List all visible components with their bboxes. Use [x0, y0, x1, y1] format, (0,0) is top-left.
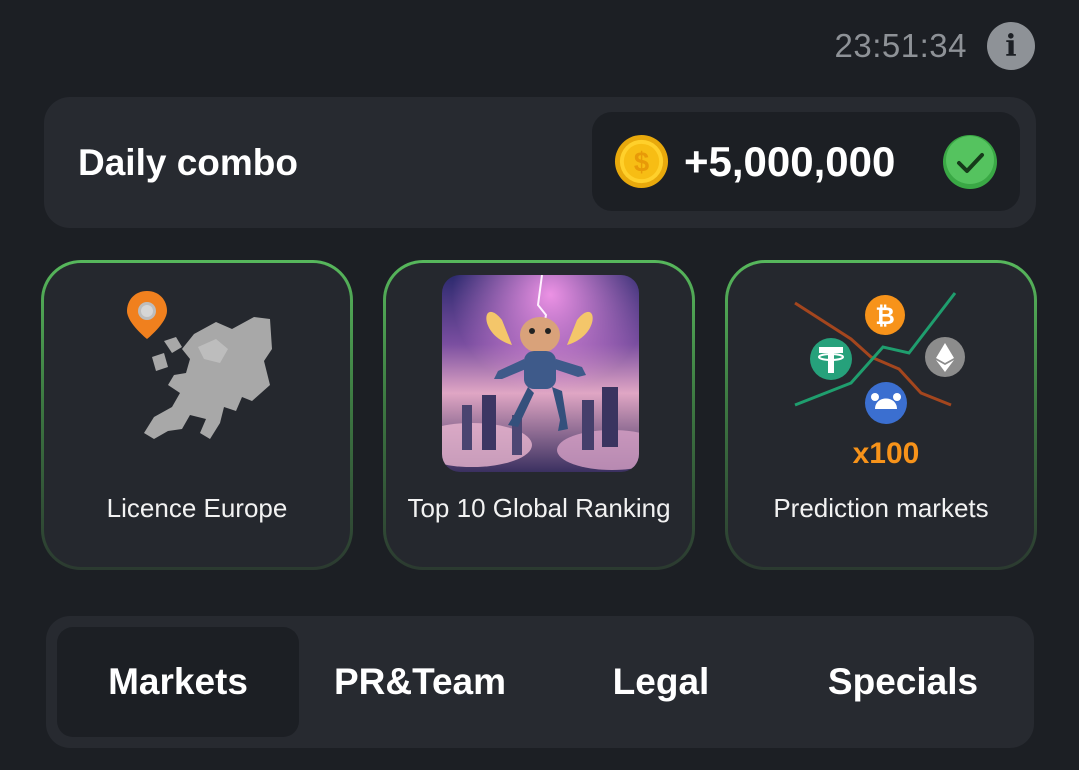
card-top-10-global-ranking[interactable]: Top 10 Global Ranking — [383, 260, 695, 570]
tab-specials[interactable]: Specials — [782, 627, 1024, 737]
coin-symbol: $ — [634, 146, 649, 177]
card-prediction-markets[interactable]: ₿ x100 Prediction markets — [725, 260, 1037, 570]
card-label: Top 10 Global Ranking — [407, 493, 671, 523]
europe-map-icon — [127, 291, 272, 439]
tab-pr-team[interactable]: PR&Team — [299, 627, 541, 737]
tab-markets[interactable]: Markets — [57, 627, 299, 737]
card-label: Prediction markets — [773, 493, 989, 523]
daily-combo-reward: $ +5,000,000 — [592, 112, 1020, 211]
coin-icon: $ — [614, 134, 669, 189]
daily-combo-title: Daily combo — [78, 142, 298, 183]
hamster-astronaut-image — [442, 275, 639, 472]
clock-time: 23:51:34 — [834, 27, 967, 64]
card-licence-europe[interactable]: Licence Europe — [41, 260, 353, 570]
card-label: Licence Europe — [106, 493, 288, 523]
prediction-chart-icon: ₿ x100 — [794, 292, 965, 470]
hamster-coin-icon — [865, 382, 907, 424]
tether-icon — [810, 338, 852, 380]
svg-text:₿: ₿ — [875, 303, 895, 330]
top-bar: 23:51:34 i — [835, 22, 1035, 70]
bitcoin-icon: ₿ — [865, 295, 905, 335]
daily-combo-panel: Daily combo $ +5,000,000 — [44, 97, 1036, 228]
ethereum-icon — [925, 337, 965, 377]
info-icon[interactable]: i — [987, 22, 1035, 70]
tab-legal[interactable]: Legal — [540, 627, 782, 737]
check-icon — [943, 135, 997, 189]
multiplier-label: x100 — [853, 437, 920, 470]
category-tabs: Markets PR&Team Legal Specials — [46, 616, 1034, 748]
reward-amount: +5,000,000 — [684, 138, 896, 185]
